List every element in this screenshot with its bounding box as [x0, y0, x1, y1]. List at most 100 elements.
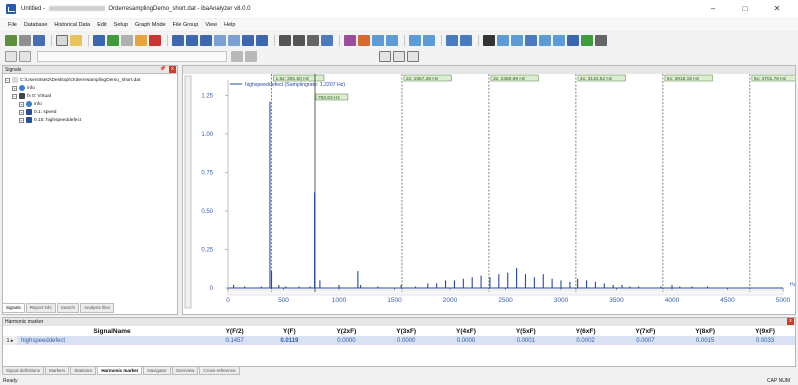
- expander-icon[interactable]: +: [19, 117, 24, 123]
- spectrum-chart[interactable]: 0 0.25 0.50 0.75 1.00 1.25 0 500 1000 1500 2000 250…: [183, 66, 795, 314]
- marker-icon[interactable]: [446, 34, 458, 46]
- close-button[interactable]: ✕: [764, 2, 790, 16]
- graph-4-icon[interactable]: [214, 34, 226, 46]
- expander-icon[interactable]: −: [5, 77, 10, 83]
- chart-icon[interactable]: [386, 34, 398, 46]
- column-header[interactable]: Y(F/2): [207, 326, 262, 336]
- menu-edit[interactable]: Edit: [97, 22, 106, 28]
- graph-6-icon[interactable]: [242, 34, 254, 46]
- tree-node[interactable]: − fx 0: Virtual: [5, 92, 175, 100]
- column-header[interactable]: Y(7xF): [615, 326, 675, 336]
- preview-icon[interactable]: [321, 34, 333, 46]
- pulse-icon[interactable]: [497, 34, 509, 46]
- zoom-out-icon[interactable]: [423, 34, 435, 46]
- menu-setup[interactable]: Setup: [114, 22, 128, 28]
- tab-signals[interactable]: Signals: [2, 303, 25, 313]
- page-copy-icon[interactable]: [393, 50, 405, 62]
- table-row[interactable]: 1 ▸ highspeeddefect 0.1457 0.0119 0.0000 0.00…: [3, 336, 795, 345]
- column-header[interactable]: Y(8xF): [675, 326, 735, 336]
- tab-analysis-files[interactable]: Analysis files: [80, 303, 115, 313]
- menu-view[interactable]: View: [205, 22, 217, 28]
- menu-help[interactable]: Help: [224, 22, 235, 28]
- menu-database[interactable]: Database: [24, 22, 48, 28]
- file-group-icon[interactable]: [93, 34, 105, 46]
- tree-node[interactable]: + info: [5, 100, 175, 108]
- graph-5-icon[interactable]: [228, 34, 240, 46]
- expander-icon[interactable]: −: [12, 93, 17, 99]
- tab-search[interactable]: Search: [56, 303, 80, 313]
- signal-selector[interactable]: [37, 50, 227, 62]
- column-header[interactable]: Y(2xF): [316, 326, 376, 336]
- menu-file[interactable]: File: [8, 22, 17, 28]
- column-header[interactable]: Y(4xF): [436, 326, 496, 336]
- y-axis-scroll[interactable]: [184, 75, 192, 309]
- expander-icon[interactable]: +: [19, 101, 24, 107]
- report-icon[interactable]: [595, 34, 607, 46]
- column-header[interactable]: Y(3xF): [376, 326, 436, 336]
- axis-icon[interactable]: [460, 34, 472, 46]
- zoom-icon[interactable]: [409, 34, 421, 46]
- xy-icon[interactable]: [553, 34, 565, 46]
- tree-node[interactable]: +0.15: highspeeddefect: [5, 116, 175, 124]
- x-axis-scroll[interactable]: [227, 289, 784, 296]
- table-icon[interactable]: [511, 34, 523, 46]
- tree-node[interactable]: − C:\Users\tsetz\Desktop\OrderresamplingD…: [5, 76, 175, 84]
- function-icon[interactable]: [483, 34, 495, 46]
- open-icon[interactable]: [5, 34, 17, 46]
- graph-2-icon[interactable]: [186, 34, 198, 46]
- print-icon[interactable]: [19, 34, 31, 46]
- tab-navigator[interactable]: Navigator: [143, 366, 171, 375]
- save-icon[interactable]: [33, 34, 45, 46]
- column-header[interactable]: SignalName: [17, 326, 207, 336]
- menu-historical-data[interactable]: Historical Data: [54, 22, 90, 28]
- menu-graph-mode[interactable]: Graph Mode: [135, 22, 166, 28]
- fft-icon[interactable]: [525, 34, 537, 46]
- menu-file-group[interactable]: File Group: [173, 22, 199, 28]
- printer-icon[interactable]: [307, 34, 319, 46]
- tab-markers[interactable]: Markers: [45, 366, 70, 375]
- settings-icon[interactable]: [358, 34, 370, 46]
- undo-icon[interactable]: [279, 34, 291, 46]
- graph-1-icon[interactable]: [172, 34, 184, 46]
- page-icon[interactable]: [379, 50, 391, 62]
- globe-icon[interactable]: [567, 34, 579, 46]
- document-icon[interactable]: [5, 50, 17, 62]
- xy-graph-icon[interactable]: [107, 34, 119, 46]
- pin-icon[interactable]: 📌: [160, 66, 166, 72]
- expander-icon[interactable]: +: [12, 85, 17, 91]
- histogram-icon[interactable]: [581, 34, 593, 46]
- circle-icon[interactable]: [539, 34, 551, 46]
- harmonic-close-icon[interactable]: x: [787, 318, 794, 325]
- pen-icon[interactable]: [245, 50, 257, 62]
- arrange-icon[interactable]: [231, 50, 243, 62]
- expander-icon[interactable]: +: [19, 109, 24, 115]
- tab-signal-definitions[interactable]: Signal definitions: [2, 366, 45, 375]
- remove-signal-icon[interactable]: [149, 34, 161, 46]
- tab-cross-reference[interactable]: Cross-reference: [199, 366, 240, 375]
- link-icon[interactable]: [344, 34, 356, 46]
- add-signal-icon[interactable]: [121, 34, 133, 46]
- page-edit-icon[interactable]: [407, 50, 419, 62]
- column-header[interactable]: Y(6xF): [556, 326, 616, 336]
- filter-icon[interactable]: [135, 34, 147, 46]
- tree-node[interactable]: + info: [5, 84, 175, 92]
- redo-icon[interactable]: [293, 34, 305, 46]
- folder-icon[interactable]: [70, 34, 82, 46]
- minimize-button[interactable]: –: [700, 2, 726, 16]
- tree-node[interactable]: +0.1: speed: [5, 108, 175, 116]
- tab-statistics[interactable]: Statistics: [70, 366, 97, 375]
- column-header[interactable]: Y(F): [262, 326, 316, 336]
- column-header[interactable]: Y(9xF): [735, 326, 795, 336]
- tab-overview[interactable]: Overview: [171, 366, 199, 375]
- tab-report-info[interactable]: Report info: [25, 303, 56, 313]
- document-copy-icon[interactable]: [19, 50, 31, 62]
- cursor-icon[interactable]: [372, 34, 384, 46]
- info-icon: [19, 85, 25, 91]
- copy-icon[interactable]: [256, 34, 268, 46]
- column-header[interactable]: Y(5xF): [496, 326, 556, 336]
- graph-3-icon[interactable]: [200, 34, 212, 46]
- maximize-button[interactable]: □: [732, 2, 758, 16]
- tab-harmonic-marker[interactable]: Harmonic marker: [97, 366, 143, 375]
- signals-close-icon[interactable]: x: [169, 66, 176, 73]
- new-file-icon[interactable]: [56, 34, 68, 46]
